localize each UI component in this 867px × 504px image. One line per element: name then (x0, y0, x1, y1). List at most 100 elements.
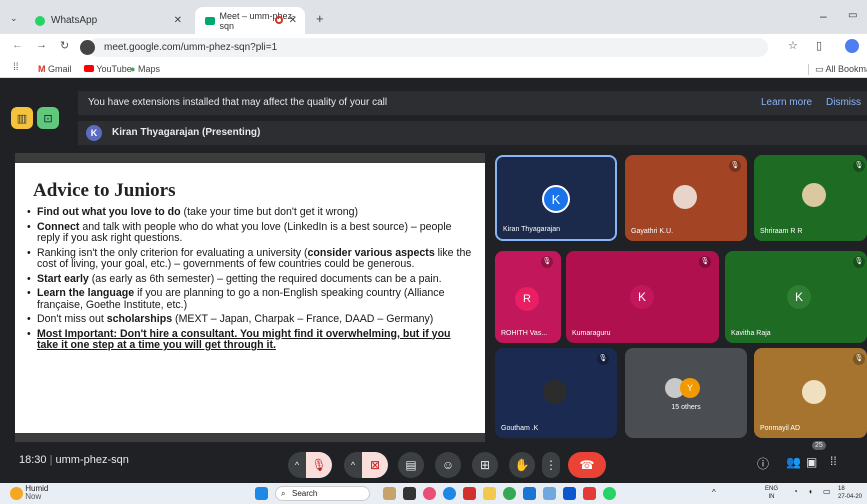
participant-name: Shriraam R R (760, 228, 803, 235)
participant-avatar (802, 183, 826, 207)
back-icon[interactable]: ← (12, 39, 23, 51)
app-icon[interactable] (543, 487, 556, 500)
bookmark-maps[interactable]: ● Maps (130, 64, 160, 74)
meeting-info-button[interactable]: ⊡ (37, 107, 59, 129)
chat-icon[interactable]: ▣ (806, 455, 817, 469)
mic-options-button[interactable]: ^ (288, 452, 306, 478)
bookmarks-bar: ⁞⁞ M Gmail YouTube ● Maps ▭ All Bookmar (0, 60, 867, 78)
reload-icon[interactable]: ↻ (60, 39, 69, 52)
tab-whatsapp[interactable]: WhatsApp ✕ (25, 7, 190, 34)
bullet-bold: Learn the language (37, 287, 135, 299)
people-count-badge: 25 (812, 441, 826, 450)
folder-icon: ▭ (815, 64, 824, 74)
bookmark-youtube[interactable]: YouTube (84, 64, 132, 74)
participant-avatar (673, 185, 697, 209)
language-indicator[interactable]: ENG IN (765, 485, 778, 501)
battery-icon[interactable]: ▭ (823, 487, 831, 496)
extensions-icon[interactable]: ▯ (816, 39, 822, 52)
whatsapp-icon (35, 15, 45, 26)
more-options-button[interactable]: ⋮ (542, 452, 560, 478)
tab-meet[interactable]: Meet – umm-phez-sqn ✕ (195, 7, 305, 34)
widgets-icon[interactable] (383, 487, 396, 500)
slide-bullet: Find out what you love to do (take your … (27, 206, 472, 219)
participant-name: Kumaraguru (572, 330, 611, 337)
captions-button[interactable]: ▤ (398, 452, 424, 478)
emoji-button[interactable]: ☺ (435, 452, 461, 478)
learn-more-link[interactable]: Learn more (761, 97, 812, 108)
youtube-icon[interactable] (583, 487, 596, 500)
wifi-icon[interactable]: ◔ (793, 487, 798, 496)
participant-tile[interactable]: 🎙 Goutham .K (495, 348, 617, 438)
slide-bullet: Connect and talk with people who do what… (27, 220, 472, 245)
meeting-info-icon[interactable]: ⓘ (757, 455, 769, 472)
presenter-label: Kiran Thyagarajan (Presenting) (112, 127, 261, 138)
tab-search-icon[interactable]: ⌄ (10, 13, 18, 24)
participant-tile[interactable]: 🎙 Ponmayil AD (754, 348, 867, 438)
profile-avatar[interactable] (845, 39, 859, 53)
taskbar-search[interactable]: ⌕ Search (275, 486, 370, 501)
people-button[interactable]: 👥 25 (786, 441, 826, 469)
restore-icon[interactable]: ▭ (848, 10, 857, 21)
camera-toggle-button[interactable]: ⊠ (362, 452, 388, 478)
participant-tile[interactable]: 🎙 K Kavitha Raja (725, 251, 867, 343)
bookmark-label: Gmail (48, 64, 72, 74)
participant-name: Gayathri K.U. (631, 228, 674, 235)
captions-icon: ▤ (405, 458, 417, 472)
maps-pin-icon: ● (130, 64, 136, 74)
more-vert-icon: ⋮ (545, 458, 557, 472)
app-icon[interactable] (563, 487, 576, 500)
url-text: meet.google.com/umm-phez-sqn?pli=1 (104, 42, 278, 53)
participant-avatar: Y (680, 378, 700, 398)
participant-tile[interactable]: Y 15 others (625, 348, 747, 438)
site-info-icon[interactable] (80, 40, 95, 55)
participant-tile[interactable]: 🎙 Shriraam R R (754, 155, 867, 241)
activities-icon[interactable]: ⁞⁞ (830, 454, 837, 468)
raise-hand-button[interactable]: ✋ (509, 452, 535, 478)
app-icon[interactable] (523, 487, 536, 500)
mic-off-icon: 🎙 (729, 160, 741, 172)
youtube-icon (84, 65, 94, 72)
close-icon[interactable]: ✕ (174, 15, 182, 26)
camera-options-button[interactable]: ^ (344, 452, 362, 478)
participant-tile[interactable]: 🎙 R ROHITH Vas... (495, 251, 561, 343)
bullet-text: Ranking isn't the only criterion for eva… (37, 246, 308, 259)
mic-toggle-button[interactable]: 🎙 (306, 452, 332, 478)
app-icon[interactable] (423, 487, 436, 500)
dismiss-link[interactable]: Dismiss (826, 97, 861, 108)
participant-tile[interactable]: 🎙 Gayathri K.U. (625, 155, 747, 241)
participant-tile[interactable]: K Kiran Thyagarajan (495, 155, 617, 241)
present-button[interactable]: ⊞ (472, 452, 498, 478)
windows-start-icon[interactable] (255, 487, 268, 500)
chrome-icon[interactable] (503, 487, 516, 500)
bookmark-gmail[interactable]: M Gmail (38, 64, 72, 74)
edge-icon[interactable] (443, 487, 456, 500)
whatsapp-icon[interactable] (603, 487, 616, 500)
bullet-bold: Connect (37, 220, 80, 233)
bullet-bold: scholarships (106, 313, 173, 325)
apps-grid-icon[interactable]: ⁞⁞ (13, 62, 19, 73)
bullet-text: (MEXT – Japan, Charpak – France, DAAD – … (172, 313, 434, 325)
volume-icon[interactable]: ◖ (808, 487, 813, 496)
participant-tile[interactable]: 🎙 K Kumaraguru (566, 251, 719, 343)
participant-avatar: K (787, 285, 811, 309)
minimize-icon[interactable]: – (820, 9, 827, 23)
new-tab-icon[interactable]: + (316, 11, 324, 26)
all-bookmarks[interactable]: ▭ All Bookmar (808, 64, 867, 75)
close-icon[interactable]: ✕ (289, 15, 297, 26)
app-icon[interactable] (463, 487, 476, 500)
activities-button[interactable]: ▥ (11, 107, 33, 129)
task-view-icon[interactable] (403, 487, 416, 500)
slide-title: Advice to Juniors (33, 180, 176, 201)
tray-chevron-up-icon[interactable]: ^ (712, 488, 716, 497)
clock[interactable]: 18 27-04-20 (838, 485, 862, 501)
weather-widget[interactable]: Humid Now (10, 485, 48, 501)
url-field[interactable]: meet.google.com/umm-phez-sqn?pli=1 (80, 38, 768, 57)
bookmark-star-icon[interactable]: ☆ (788, 39, 798, 52)
file-explorer-icon[interactable] (483, 487, 496, 500)
forward-icon[interactable]: → (36, 39, 47, 51)
weather-text: Humid Now (25, 485, 48, 501)
meet-stage: ▥ ⊡ You have extensions installed that m… (0, 78, 867, 483)
slide-bullet: Ranking isn't the only criterion for eva… (27, 246, 472, 271)
leave-call-button[interactable]: ☎ (568, 452, 606, 478)
bullet-text: and talk with people who do what you lov… (37, 220, 452, 244)
